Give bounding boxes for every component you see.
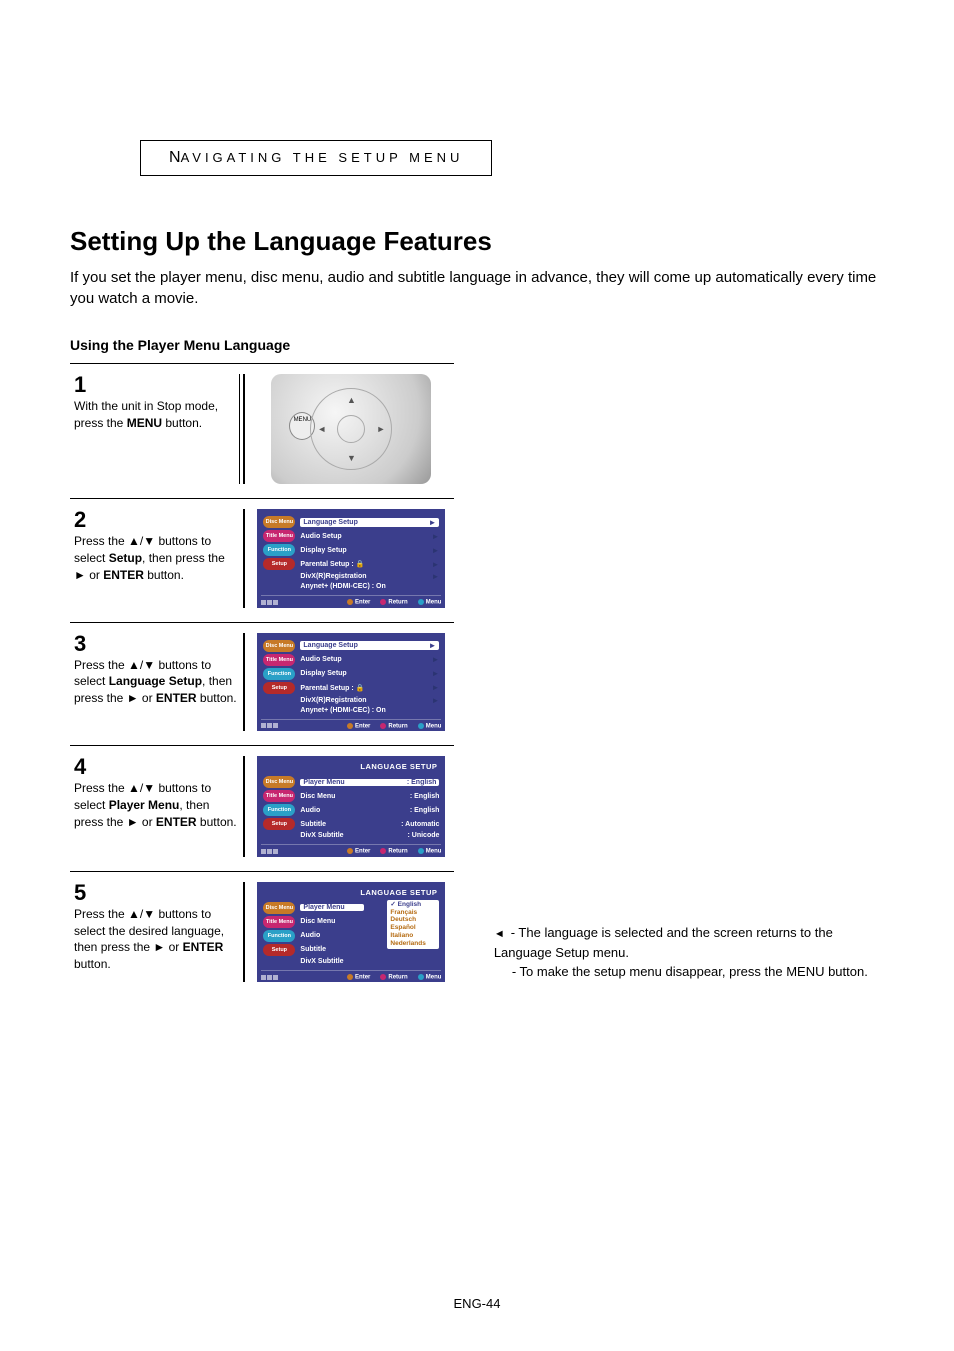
note-arrow-icon: ◄: [494, 928, 505, 940]
side-func-icon: Function: [263, 544, 295, 556]
intro-text: If you set the player menu, disc menu, a…: [70, 267, 884, 309]
chevron-right-icon: ►: [428, 641, 436, 650]
language-dropdown: ✓ English Français Deutsch Español Itali…: [387, 900, 439, 949]
side-title-icon: Title Menu: [263, 530, 295, 542]
footer-return: Return: [380, 599, 407, 606]
chevron-right-icon: ►: [431, 560, 439, 569]
chevron-right-icon: ►: [431, 532, 439, 541]
step-4: 4 Press the ▲/▼ buttons to select Player…: [70, 745, 454, 871]
right-arrow-icon: ►: [376, 424, 385, 434]
chevron-right-icon: ►: [431, 683, 439, 692]
chevron-right-icon: ►: [431, 546, 439, 555]
osd-step5: LANGUAGE SETUP Disc Menu Player Menu ✓ E…: [257, 882, 445, 983]
section-rest: AVIGATING THE SETUP MENU: [181, 150, 464, 165]
step-number: 1: [74, 374, 239, 396]
step-5: 5 Press the ▲/▼ buttons to select the de…: [70, 871, 454, 997]
step-number: 4: [74, 756, 239, 778]
down-arrow-icon: ▼: [347, 453, 356, 463]
footer-enter: Enter: [347, 599, 370, 606]
side-setup-icon: Setup: [263, 558, 295, 570]
osd-step2: Disc MenuLanguage Setup► Title MenuAudio…: [257, 509, 445, 608]
remote-illustration: MENU ▲ ▼ ◄ ►: [271, 374, 431, 484]
left-arrow-icon: ◄: [317, 424, 326, 434]
step-number: 5: [74, 882, 239, 904]
step-number: 3: [74, 633, 239, 655]
osd-title: LANGUAGE SETUP: [261, 888, 441, 901]
page-title: Setting Up the Language Features: [70, 226, 884, 257]
steps-column: 1 With the unit in Stop mode, press the …: [70, 363, 454, 996]
chevron-right-icon: ►: [431, 655, 439, 664]
chevron-right-icon: ►: [431, 696, 439, 705]
subheading: Using the Player Menu Language: [70, 337, 884, 353]
chevron-right-icon: ►: [428, 518, 436, 527]
note-1: - The language is selected and the scree…: [494, 925, 833, 960]
footer-menu: Menu: [418, 599, 442, 606]
page-number: ENG-44: [0, 1296, 954, 1311]
section-header: NAVIGATING THE SETUP MENU: [140, 140, 492, 176]
osd-step4: LANGUAGE SETUP Disc MenuPlayer Menu: Eng…: [257, 756, 445, 857]
note-2: - To make the setup menu disappear, pres…: [494, 962, 884, 982]
side-disc-icon: Disc Menu: [263, 516, 295, 528]
osd-step3: Disc MenuLanguage Setup► Title MenuAudio…: [257, 633, 445, 732]
up-arrow-icon: ▲: [347, 395, 356, 405]
remote-dpad: ▲ ▼ ◄ ►: [310, 388, 392, 470]
notes-column: ◄- The language is selected and the scre…: [494, 923, 884, 996]
osd-title: LANGUAGE SETUP: [261, 762, 441, 775]
lock-icon: 🔒: [356, 561, 365, 568]
section-first-letter: N: [169, 149, 181, 166]
step-3: 3 Press the ▲/▼ buttons to select Langua…: [70, 622, 454, 746]
step-2: 2 Press the ▲/▼ buttons to select Setup,…: [70, 498, 454, 622]
step-number: 2: [74, 509, 239, 531]
step-1: 1 With the unit in Stop mode, press the …: [70, 363, 454, 498]
chevron-right-icon: ►: [431, 572, 439, 581]
lock-icon: 🔒: [356, 685, 365, 692]
chevron-right-icon: ►: [431, 669, 439, 678]
